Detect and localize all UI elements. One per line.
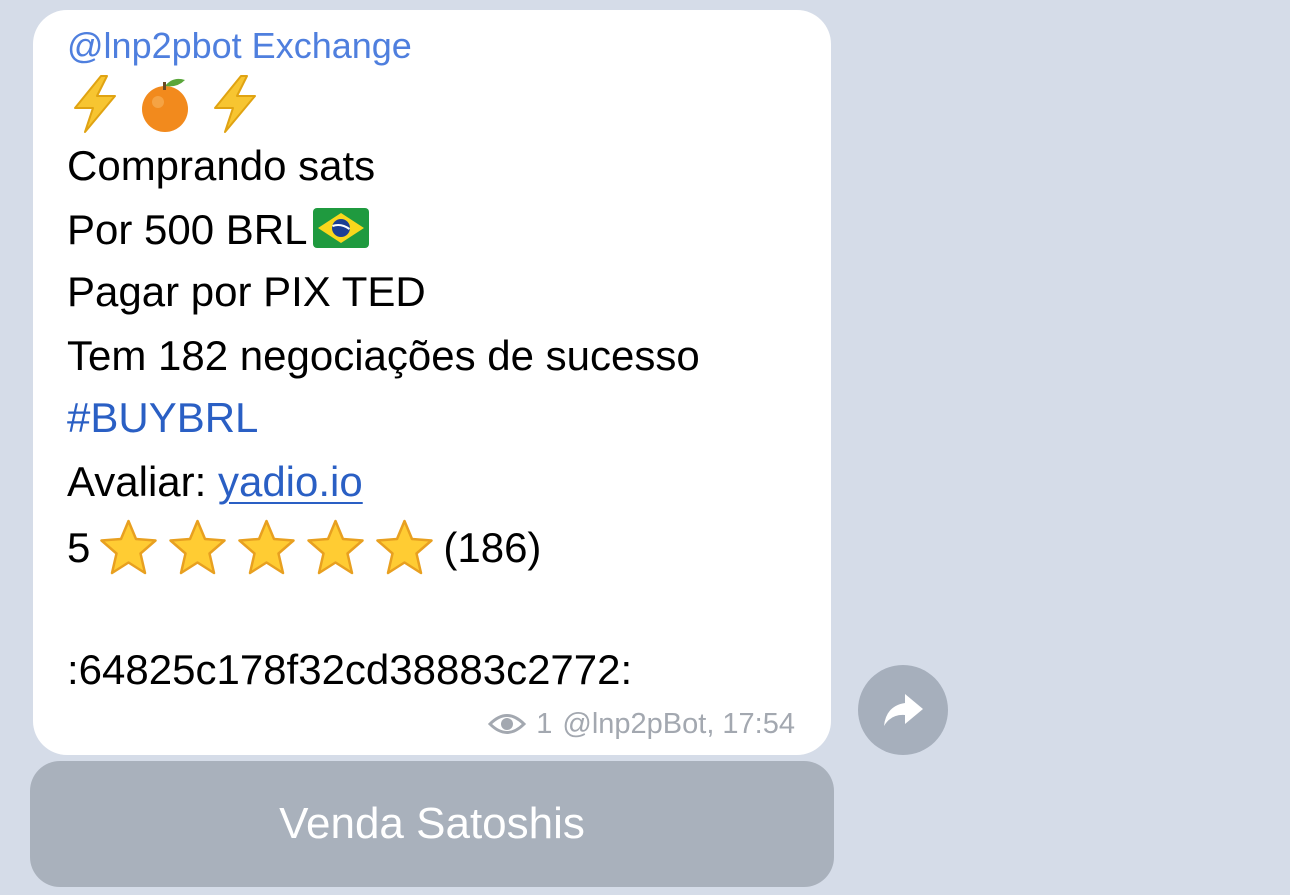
star-icon bbox=[100, 519, 158, 575]
share-button[interactable] bbox=[858, 665, 948, 755]
emoji-header bbox=[67, 72, 263, 136]
order-id: :64825c178f32cd38883c2772: bbox=[67, 646, 633, 693]
rating-count: (186) bbox=[443, 524, 542, 571]
rating-stars bbox=[98, 518, 435, 576]
lightning-icon bbox=[214, 75, 256, 133]
buy-line: Comprando sats bbox=[67, 142, 376, 189]
share-arrow-icon bbox=[884, 694, 923, 726]
sender-name[interactable]: @lnp2pbot Exchange bbox=[67, 24, 412, 68]
author-time: @lnp2pBot, 17:54 bbox=[562, 708, 795, 740]
amount-line: Por 500 BRL bbox=[67, 204, 370, 256]
yadio-link[interactable]: yadio.io bbox=[218, 458, 363, 505]
message-bubble[interactable]: @lnp2pbot Exchange Comprando sats Por 50… bbox=[33, 10, 831, 755]
amount-text: Por 500 BRL bbox=[67, 206, 308, 253]
rating-line: 5 (186) bbox=[67, 518, 541, 576]
rating-value: 5 bbox=[67, 524, 91, 571]
trades-line: Tem 182 negociações de sucesso bbox=[67, 332, 700, 379]
star-icon bbox=[307, 519, 365, 575]
star-icon bbox=[376, 519, 434, 575]
hashtag-link[interactable]: #BUYBRL bbox=[67, 392, 258, 444]
rate-label: Avaliar: bbox=[67, 458, 218, 505]
lightning-icon bbox=[74, 75, 116, 133]
star-icon bbox=[238, 519, 296, 575]
brazil-flag-icon bbox=[313, 208, 370, 248]
tangerine-icon bbox=[142, 78, 188, 132]
rate-line: Avaliar: yadio.io bbox=[67, 456, 363, 508]
star-icon bbox=[169, 519, 227, 575]
sell-satoshis-button[interactable]: Venda Satoshis bbox=[30, 761, 834, 887]
payment-line: Pagar por PIX TED bbox=[67, 268, 426, 315]
view-count: 1 bbox=[536, 708, 553, 740]
eye-icon bbox=[488, 714, 527, 734]
message-meta: 1 @lnp2pBot, 17:54 bbox=[488, 704, 795, 744]
